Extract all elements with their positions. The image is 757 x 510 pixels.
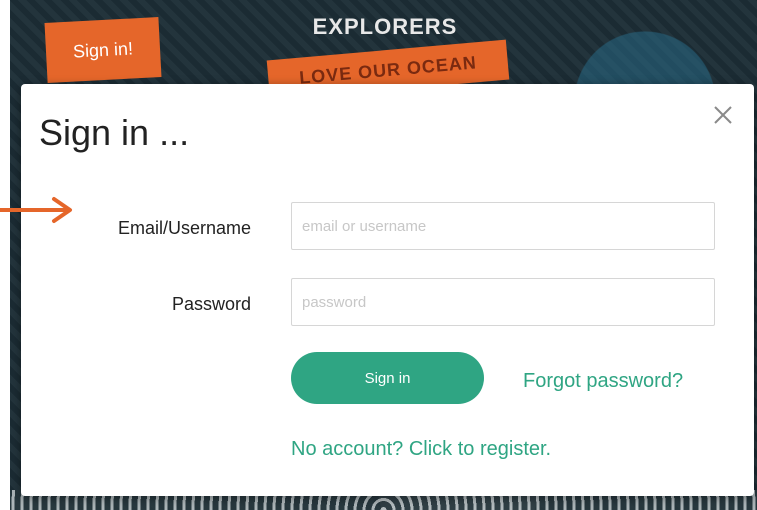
forgot-password-link[interactable]: Forgot password? <box>523 370 683 393</box>
signin-button[interactable]: Sign in <box>291 352 484 404</box>
password-field[interactable] <box>291 278 715 326</box>
modal-title: Sign in ... <box>39 112 190 153</box>
email-field[interactable] <box>291 202 715 250</box>
password-label: Password <box>171 294 251 314</box>
register-link[interactable]: No account? Click to register. <box>291 438 551 461</box>
signin-modal: Sign in ... Email/Username Password Sign… <box>21 84 754 496</box>
site-logo-text: EXPLORERS <box>312 14 458 39</box>
close-icon-graphic <box>714 106 732 124</box>
close-icon[interactable] <box>710 102 736 128</box>
header-signin-tab[interactable]: Sign in! <box>44 17 162 83</box>
arrow-right-icon <box>0 197 72 223</box>
